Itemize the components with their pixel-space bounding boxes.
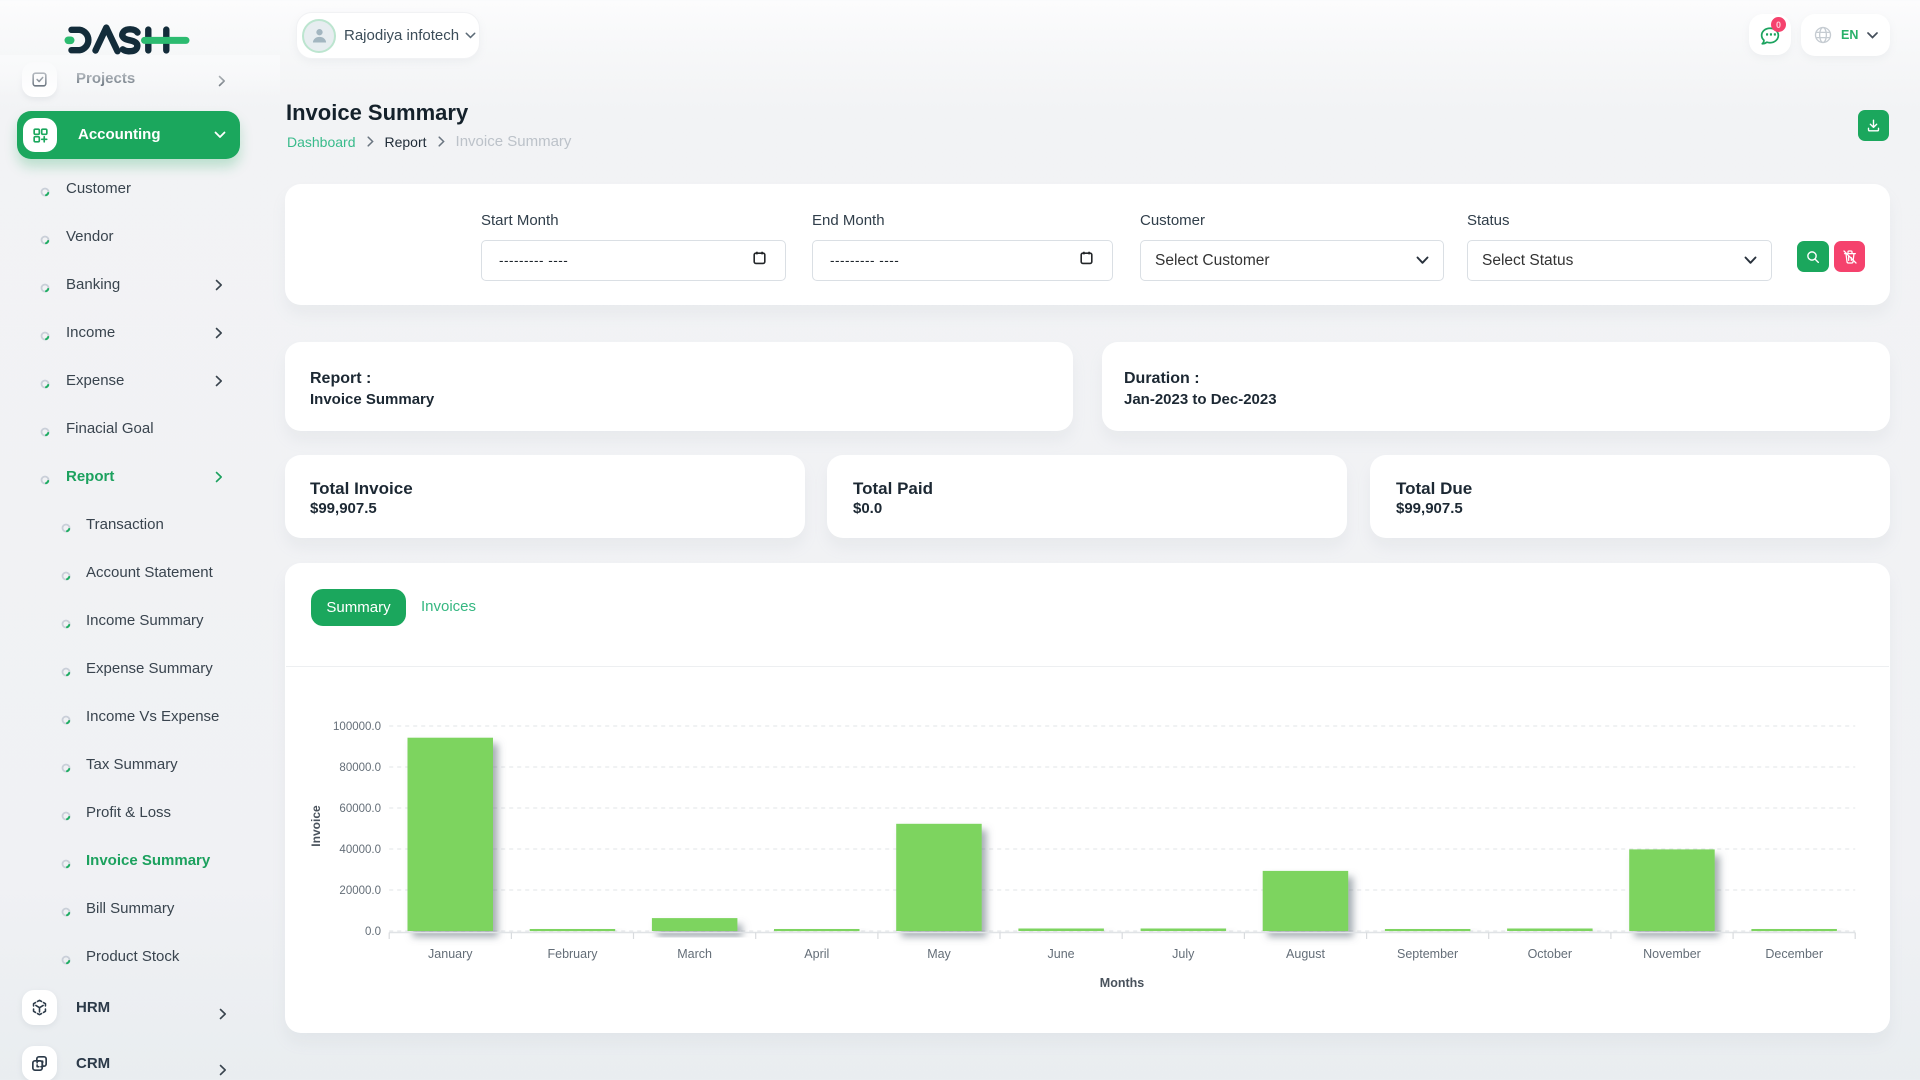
svg-text:60000.0: 60000.0 bbox=[339, 803, 381, 815]
svg-text:May: May bbox=[927, 947, 951, 961]
svg-text:September: September bbox=[1397, 947, 1458, 961]
svg-text:April: April bbox=[804, 947, 829, 961]
svg-text:August: August bbox=[1286, 947, 1325, 961]
svg-text:January: January bbox=[428, 947, 473, 961]
svg-text:March: March bbox=[677, 947, 712, 961]
svg-text:100000.0: 100000.0 bbox=[333, 721, 381, 733]
svg-text:20000.0: 20000.0 bbox=[339, 885, 381, 897]
svg-text:December: December bbox=[1765, 947, 1823, 961]
svg-text:October: October bbox=[1528, 947, 1572, 961]
svg-text:Invoice: Invoice bbox=[309, 805, 323, 847]
svg-text:November: November bbox=[1643, 947, 1701, 961]
svg-text:Months: Months bbox=[1100, 976, 1144, 990]
svg-text:80000.0: 80000.0 bbox=[339, 762, 381, 774]
svg-text:0.0: 0.0 bbox=[365, 926, 381, 938]
svg-text:40000.0: 40000.0 bbox=[339, 844, 381, 856]
svg-text:June: June bbox=[1048, 947, 1075, 961]
svg-text:July: July bbox=[1172, 947, 1195, 961]
svg-text:February: February bbox=[547, 947, 598, 961]
